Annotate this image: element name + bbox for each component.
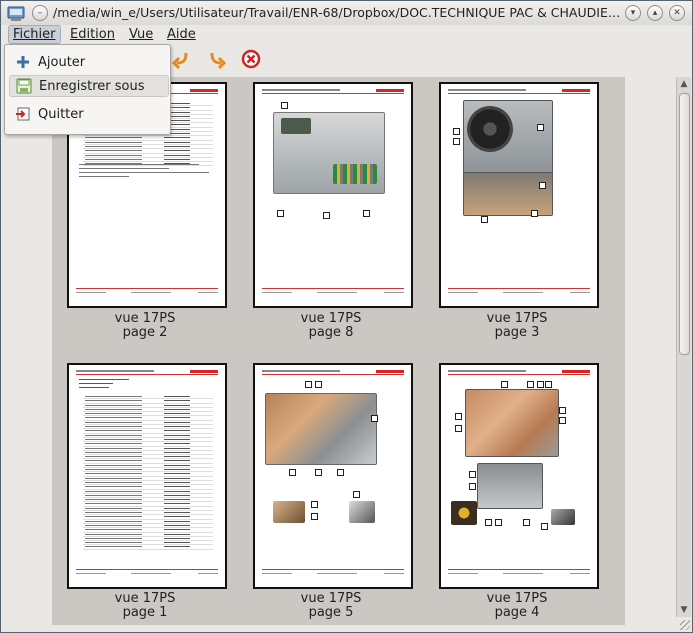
thumbnail-caption: vue 17PS page 1 [114, 591, 176, 620]
resize-grip-icon[interactable] [680, 620, 690, 630]
scroll-up-arrow-icon[interactable]: ▲ [678, 78, 690, 90]
page-thumbnails-area[interactable]: vue 17PS page 2 vue 17PS page 8 vue 17PS… [52, 77, 625, 625]
menu-item-label: Enregistrer sous [39, 78, 145, 94]
app-icon[interactable] [7, 4, 25, 22]
page-thumbnail[interactable] [439, 82, 599, 308]
menu-item-label: Quitter [38, 106, 84, 122]
main-window: – /media/win_e/Users/Utilisateur/Travail… [0, 0, 693, 633]
menu-item-enregistrer-sous[interactable]: Enregistrer sous [9, 75, 169, 97]
menu-bar: Fichier Edition Vue Aide [1, 25, 692, 45]
title-bar[interactable]: – /media/win_e/Users/Utilisateur/Travail… [1, 1, 692, 26]
menu-item-quitter[interactable]: Quitter [9, 104, 167, 124]
menu-edition[interactable]: Edition [66, 26, 119, 43]
save-as-icon [16, 78, 32, 94]
rotate-left-icon [171, 49, 191, 73]
menu-separator [13, 96, 162, 97]
window-menu-button[interactable]: – [32, 5, 48, 21]
page-thumbnail[interactable] [253, 363, 413, 589]
menu-item-ajouter[interactable]: Ajouter [9, 52, 167, 72]
plus-icon [15, 54, 31, 70]
thumbnail-caption: vue 17PS page 8 [300, 311, 362, 340]
close-button[interactable]: ✕ [669, 5, 685, 21]
scrollbar-thumb[interactable] [679, 93, 690, 355]
menu-fichier[interactable]: Fichier [8, 25, 61, 44]
minimize-button[interactable]: ▾ [625, 5, 641, 21]
menu-vue[interactable]: Vue [125, 26, 157, 43]
file-menu-dropdown: Ajouter Enregistrer sous Quitter [4, 44, 171, 135]
remove-page-button[interactable] [239, 49, 263, 73]
rotate-left-button[interactable] [169, 49, 193, 73]
page-thumbnail[interactable] [253, 82, 413, 308]
menu-aide[interactable]: Aide [163, 26, 200, 43]
rotate-right-button[interactable] [205, 49, 229, 73]
quit-icon [15, 106, 31, 122]
maximize-button[interactable]: ▴ [647, 5, 663, 21]
thumbnail-caption: vue 17PS page 5 [300, 591, 362, 620]
rotate-right-icon [207, 49, 227, 73]
page-thumbnail[interactable] [67, 363, 227, 589]
thumbnail-caption: vue 17PS page 4 [486, 591, 548, 620]
scroll-down-arrow-icon[interactable]: ▼ [678, 604, 690, 616]
remove-icon [241, 49, 261, 73]
thumbnail-caption: vue 17PS page 3 [486, 311, 548, 340]
thumbnail-caption: vue 17PS page 2 [114, 311, 176, 340]
vertical-scrollbar[interactable]: ▲ ▼ [676, 77, 691, 617]
menu-item-label: Ajouter [38, 54, 86, 70]
page-thumbnail[interactable] [439, 363, 599, 589]
window-title: /media/win_e/Users/Utilisateur/Travail/E… [53, 5, 621, 20]
